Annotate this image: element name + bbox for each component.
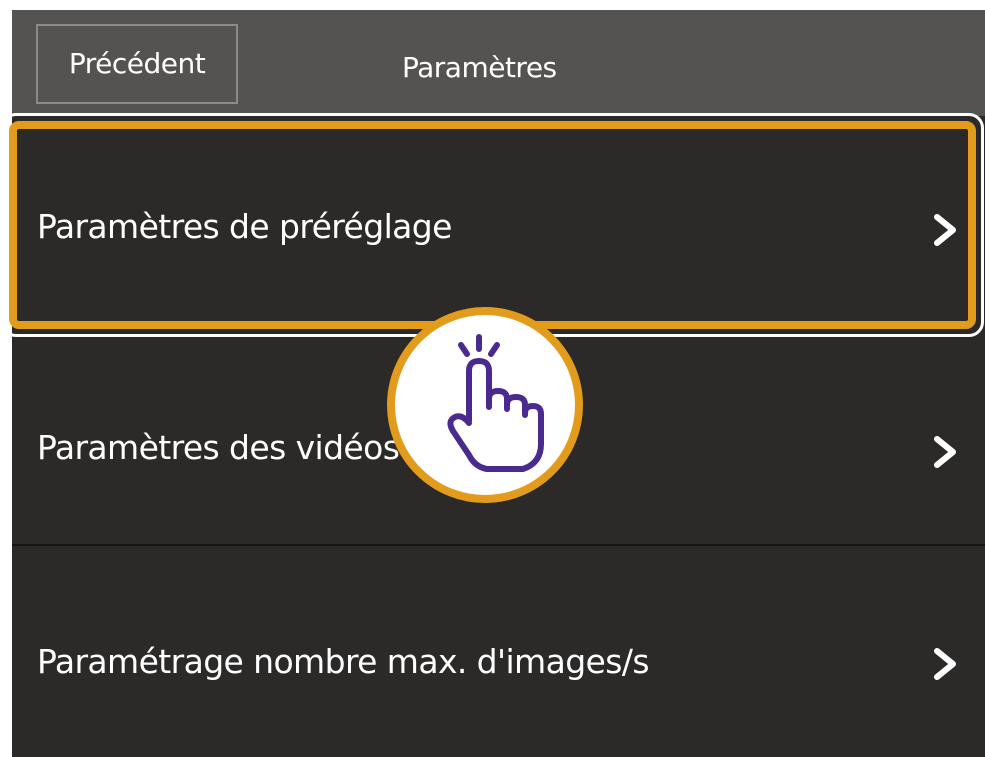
chevron-right-icon — [934, 214, 956, 246]
header-bar: Précédent Paramètres — [12, 10, 985, 116]
tap-indicator — [387, 307, 583, 503]
menu-item-label: Paramètres de préréglage — [37, 207, 452, 246]
menu-item-label: Paramètres des vidéos es — [37, 428, 446, 467]
tap-finger-icon — [447, 334, 544, 472]
back-button[interactable]: Précédent — [36, 24, 238, 104]
menu-item-preset-settings[interactable]: Paramètres de préréglage — [12, 124, 985, 324]
menu-item-max-fps-settings[interactable]: Paramétrage nombre max. d'images/s — [12, 548, 985, 757]
page-title: Paramètres — [402, 51, 557, 84]
chevron-right-icon — [934, 436, 956, 468]
menu-item-label: Paramétrage nombre max. d'images/s — [37, 642, 650, 681]
chevron-right-icon — [934, 648, 956, 680]
